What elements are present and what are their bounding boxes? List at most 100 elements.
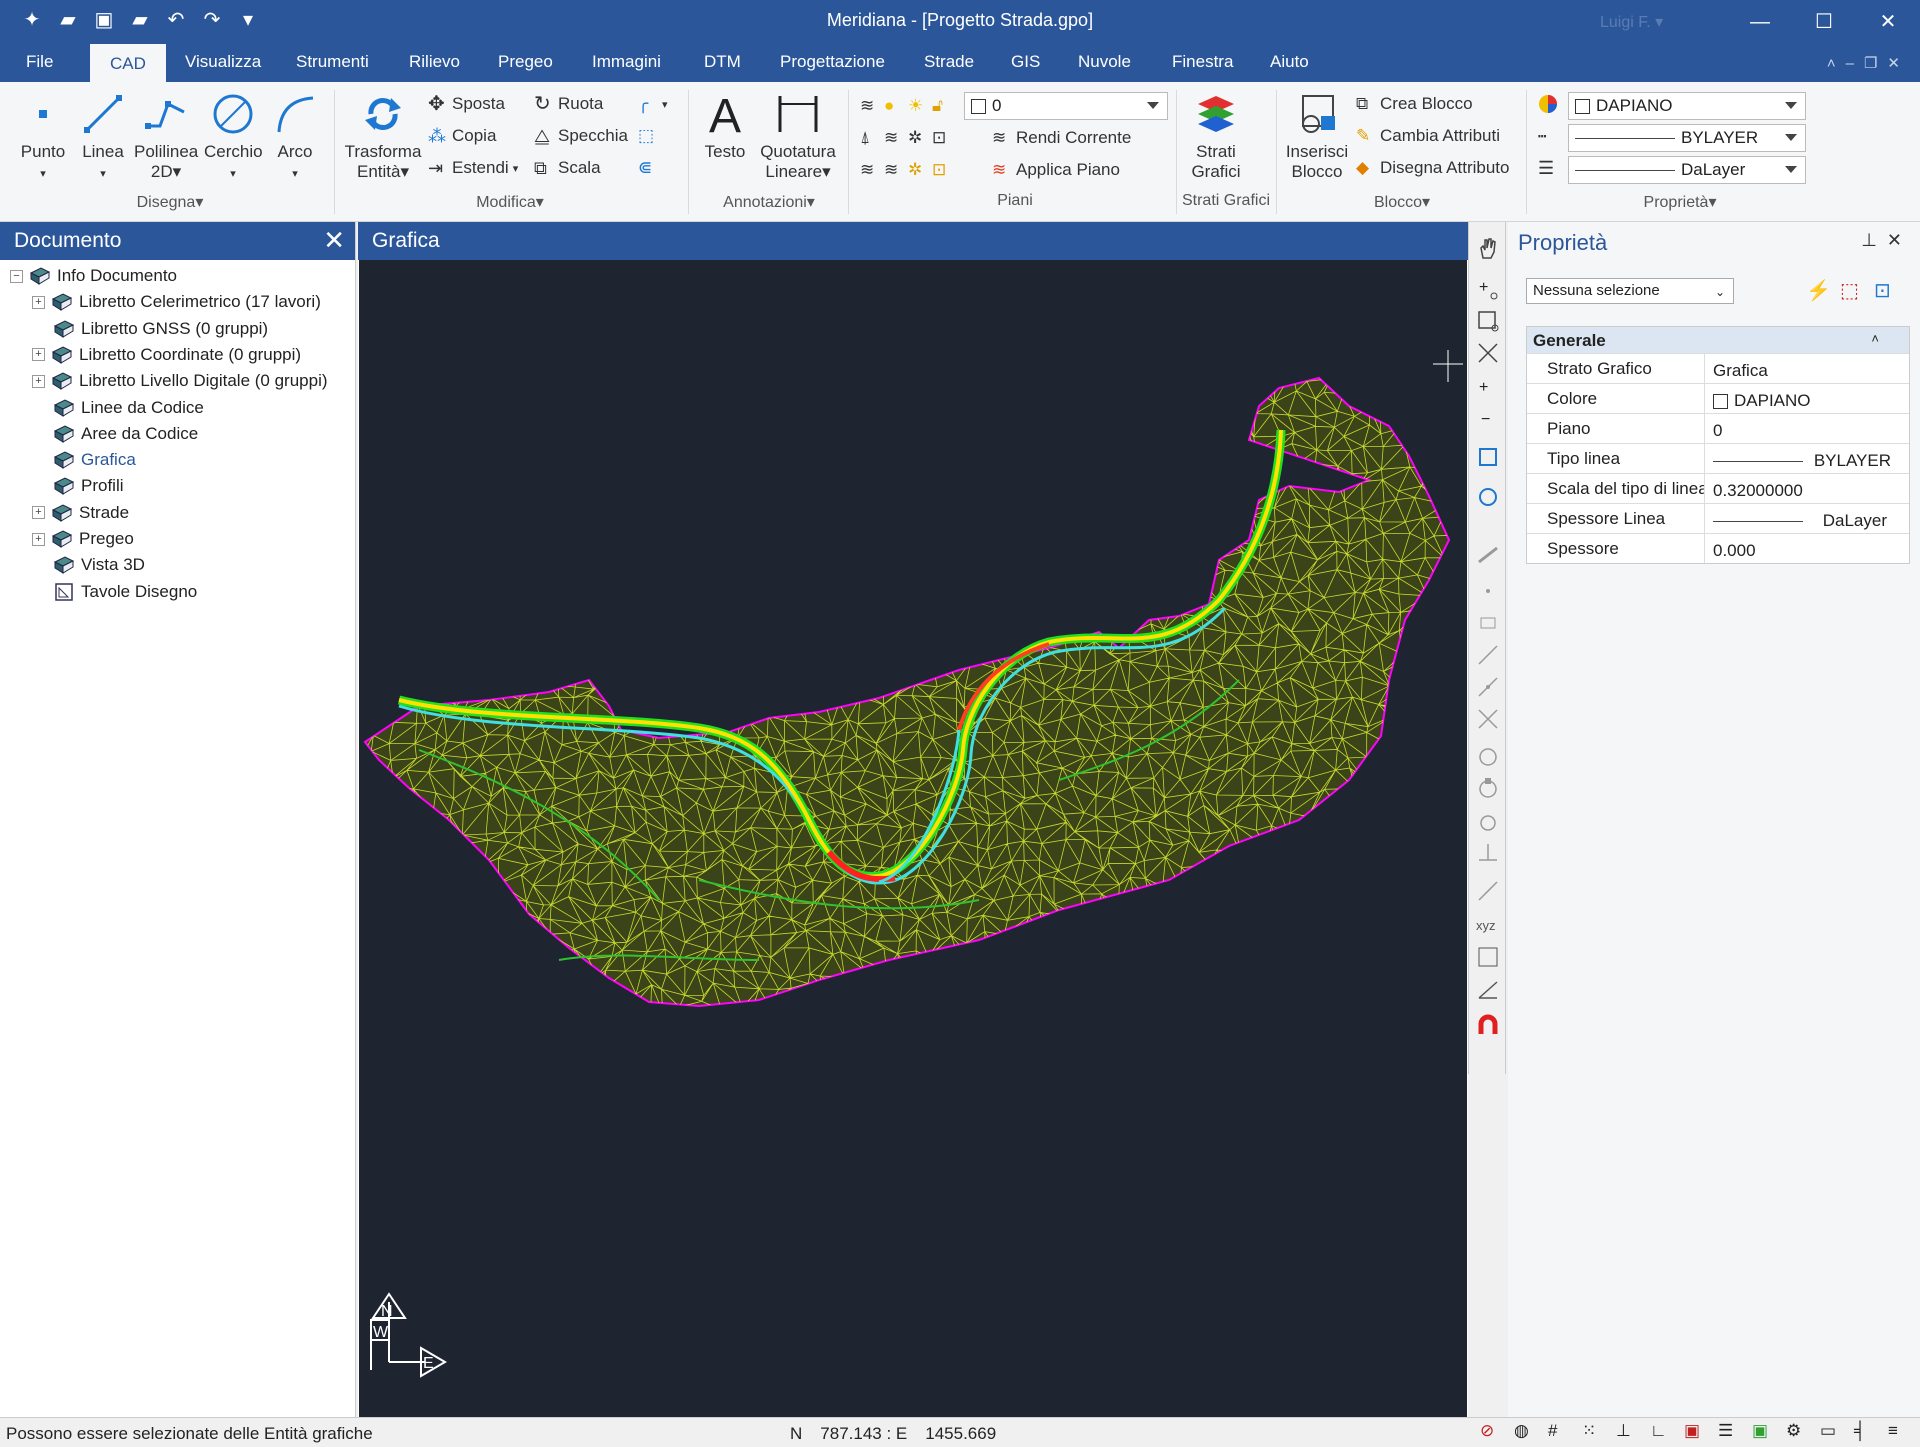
property-value[interactable]: 0.000: [1705, 534, 1909, 563]
zoom-plus-icon[interactable]: +: [1475, 376, 1501, 402]
tab-file[interactable]: File: [26, 52, 53, 72]
lineweight-display-icon[interactable]: ☰: [1718, 1421, 1740, 1443]
snap-center-icon[interactable]: [1475, 744, 1501, 770]
property-row[interactable]: Scala del tipo di linea 0.32000000: [1527, 473, 1909, 503]
tree-item[interactable]: + Pregeo: [32, 527, 134, 551]
snap-node-icon[interactable]: [1475, 610, 1501, 636]
strati-grafici-button[interactable]: Strati Grafici: [1186, 92, 1246, 182]
orbit-icon[interactable]: [1475, 484, 1501, 510]
property-row[interactable]: Tipo linea BYLAYER: [1527, 443, 1909, 473]
property-value[interactable]: 0.32000000: [1705, 474, 1909, 503]
tree-item[interactable]: Aree da Codice: [34, 422, 198, 446]
zoom-in-icon[interactable]: +: [1475, 276, 1501, 302]
expand-icon[interactable]: +: [32, 506, 45, 520]
tree-item[interactable]: Grafica: [34, 448, 136, 472]
zoom-window-icon[interactable]: [1475, 308, 1501, 334]
inserisci-blocco-button[interactable]: Inserisci Blocco: [1284, 92, 1350, 182]
layer-combo[interactable]: 0: [964, 92, 1168, 120]
expand-icon[interactable]: +: [32, 295, 45, 309]
snap-nearest-icon[interactable]: [1475, 878, 1501, 904]
applica-piano-button[interactable]: ≋ Applica Piano: [992, 160, 1120, 180]
property-value-linetype[interactable]: BYLAYER: [1705, 444, 1909, 473]
estendi-button[interactable]: ⇥ Estendi ▾: [428, 158, 518, 178]
trasforma-button[interactable]: Trasforma Entità▾: [344, 92, 422, 182]
tree-item[interactable]: Vista 3D: [34, 553, 145, 577]
tab-strumenti[interactable]: Strumenti: [296, 52, 369, 72]
snap-perpendicular-icon[interactable]: [1475, 840, 1501, 866]
minimize-icon[interactable]: —: [1728, 0, 1792, 44]
tab-dtm[interactable]: DTM: [704, 52, 741, 72]
rendi-corrente-button[interactable]: ≋ Rendi Corrente: [992, 128, 1131, 148]
snap-grid-icon[interactable]: [1475, 944, 1501, 970]
snap-endpoint-icon[interactable]: [1475, 642, 1501, 668]
property-value[interactable]: Grafica: [1705, 354, 1909, 383]
group-label-annotazioni[interactable]: Annotazioni▾: [706, 192, 832, 212]
cambia-attributi-button[interactable]: ✎ Cambia Attributi: [1356, 126, 1500, 146]
testo-button[interactable]: A Testo: [700, 92, 750, 162]
property-value[interactable]: 0: [1705, 414, 1909, 443]
tab-immagini[interactable]: Immagini: [592, 52, 661, 72]
layer-state-icons[interactable]: ≋ ● ☀ 🔓︎: [860, 96, 952, 116]
property-row[interactable]: Strato Grafico Grafica: [1527, 353, 1909, 383]
snap-grid-dots-icon[interactable]: ⁙: [1582, 1421, 1604, 1443]
close-panel-icon[interactable]: ✕: [323, 225, 345, 256]
property-value-color[interactable]: DAPIANO: [1705, 384, 1909, 413]
snap-quadrant-icon[interactable]: [1475, 776, 1501, 802]
snap-point-icon[interactable]: [1475, 578, 1501, 604]
select-objects-icon[interactable]: ⬚: [1840, 278, 1864, 302]
property-row[interactable]: Piano 0: [1527, 413, 1909, 443]
tree-item[interactable]: Libretto GNSS (0 gruppi): [34, 317, 268, 341]
monitor-icon[interactable]: ▭: [1820, 1421, 1842, 1443]
snap-midpoint-icon[interactable]: [1475, 674, 1501, 700]
property-row[interactable]: Colore DAPIANO: [1527, 383, 1909, 413]
snap-intersection-icon[interactable]: [1475, 706, 1501, 732]
tab-rilievo[interactable]: Rilievo: [409, 52, 460, 72]
scala-button[interactable]: ⧉ Scala: [534, 158, 601, 178]
hamburger-menu-icon[interactable]: ≡: [1888, 1421, 1910, 1443]
collapse-icon[interactable]: ˄: [1871, 331, 1879, 346]
quotatura-button[interactable]: Quotatura Lineare▾: [756, 92, 840, 182]
tree-item[interactable]: Linee da Codice: [34, 396, 204, 420]
sposta-button[interactable]: ✥ Sposta: [428, 94, 505, 114]
tab-visualizza[interactable]: Visualizza: [185, 52, 261, 72]
mdi-window-controls[interactable]: ˄–❐✕: [1827, 54, 1910, 72]
linetype-combo[interactable]: BYLAYER: [1568, 124, 1806, 152]
tree-item[interactable]: Profili: [34, 474, 124, 498]
tree-item[interactable]: + Libretto Coordinate (0 gruppi): [32, 343, 301, 367]
ortho-icon[interactable]: ⊥: [1616, 1421, 1638, 1443]
offset-3d-button[interactable]: ⬚: [638, 126, 658, 146]
tab-nuvole[interactable]: Nuvole: [1078, 52, 1131, 72]
globe-icon[interactable]: ◍: [1514, 1421, 1536, 1443]
expand-icon[interactable]: +: [32, 532, 45, 546]
close-icon[interactable]: ✕: [1856, 0, 1920, 44]
pan-hand-icon[interactable]: [1475, 236, 1501, 262]
tree-item[interactable]: + Libretto Livello Digitale (0 gruppi): [32, 369, 328, 393]
property-row[interactable]: Spessore Linea DaLayer: [1527, 503, 1909, 533]
tree-item[interactable]: + Libretto Celerimetrico (17 lavori): [32, 290, 321, 314]
tab-gis[interactable]: GIS: [1011, 52, 1040, 72]
snap-tangent-icon[interactable]: [1475, 808, 1501, 834]
arco-button[interactable]: Arco ▾: [270, 92, 320, 184]
tree-item[interactable]: Tavole Disegno: [34, 580, 197, 604]
osnap-icon[interactable]: ▣: [1684, 1421, 1706, 1443]
selection-combo[interactable]: Nessuna selezione ⌄: [1526, 278, 1734, 304]
expand-icon[interactable]: +: [32, 348, 45, 362]
specchia-button[interactable]: ⧋ Specchia: [534, 126, 628, 146]
maximize-icon[interactable]: ☐: [1792, 0, 1856, 44]
tab-pregeo[interactable]: Pregeo: [498, 52, 553, 72]
polilinea-button[interactable]: Polilinea 2D▾: [134, 92, 198, 182]
property-value-lineweight[interactable]: DaLayer: [1705, 504, 1909, 533]
color-combo[interactable]: DAPIANO: [1568, 92, 1806, 120]
layer-tools-row-1[interactable]: ⍋ ≋ ✲ ⊡: [860, 128, 952, 148]
collapse-icon[interactable]: −: [10, 269, 23, 283]
lineweight-combo[interactable]: DaLayer: [1568, 156, 1806, 184]
xyz-icon[interactable]: xyz: [1475, 912, 1501, 938]
layer-tools-row-2[interactable]: ≋ ≋ ✲ ⊡: [860, 160, 952, 180]
tree-item[interactable]: − Info Documento: [10, 264, 177, 288]
linea-button[interactable]: Linea ▾: [80, 92, 126, 184]
group-label-blocco[interactable]: Blocco▾: [1340, 192, 1464, 212]
pin-icon[interactable]: ⊥: [1861, 230, 1887, 250]
fillet-button[interactable]: ╭ ▾: [638, 94, 668, 114]
tree-item[interactable]: + Strade: [32, 501, 129, 525]
tab-strade[interactable]: Strade: [924, 52, 974, 72]
